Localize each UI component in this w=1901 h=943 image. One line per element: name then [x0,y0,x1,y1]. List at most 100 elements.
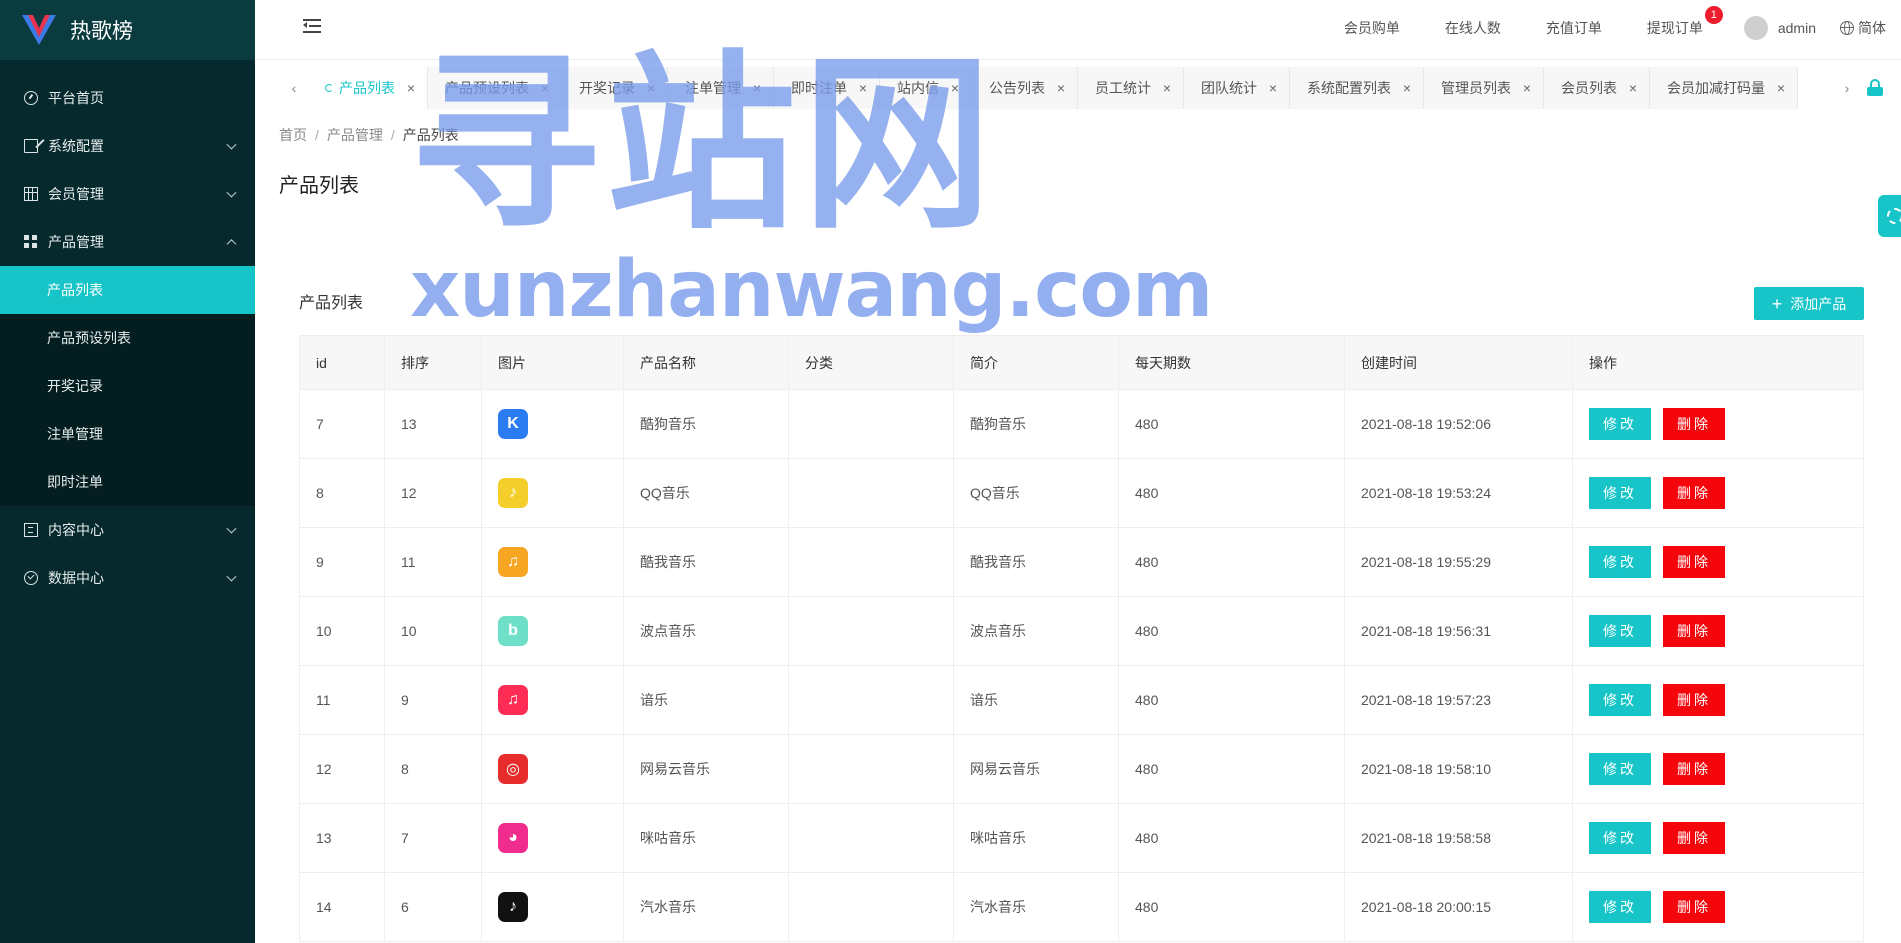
close-icon[interactable]: × [751,80,763,96]
sidebar-subitem-product-presets[interactable]: 产品预设列表 [0,314,255,362]
close-icon[interactable]: × [1267,80,1279,96]
edit-button[interactable]: 修改 [1589,684,1651,716]
breadcrumb-product-management[interactable]: 产品管理 [327,127,383,143]
app-logo-glyph: ♪ [509,898,517,915]
close-icon[interactable]: × [539,80,551,96]
delete-button[interactable]: 删除 [1663,408,1725,440]
tab-admin-list[interactable]: 管理员列表 × [1424,67,1544,109]
column-header-category: 分类 [788,335,954,390]
cell-name: 酷狗音乐 [623,389,789,459]
tab-staff-stats[interactable]: 员工统计 × [1078,67,1184,109]
edit-button[interactable]: 修改 [1589,477,1651,509]
delete-button[interactable]: 删除 [1663,477,1725,509]
close-icon[interactable]: × [1401,80,1413,96]
edit-button[interactable]: 修改 [1589,891,1651,923]
check-circle-icon [24,571,38,585]
language-switch[interactable]: 简体 [1840,18,1886,38]
cell-intro: 网易云音乐 [953,734,1119,804]
tab-site-messages[interactable]: 站内信 × [880,67,972,109]
cell-periods: 480 [1118,596,1345,666]
online-users-link[interactable]: 在线人数 [1445,18,1501,38]
tabs-next-icon[interactable]: › [1835,67,1859,109]
app-logo-glyph: ♪ [509,484,517,501]
cell-created: 2021-08-18 19:56:31 [1344,596,1573,666]
close-icon[interactable]: × [1055,80,1067,96]
sidebar-subitem-live-bets[interactable]: 即时注单 [0,458,255,506]
table-body: 7 13 K 酷狗音乐 酷狗音乐 480 2021-08-18 19:52:06 修改 删除 8 1… [299,389,1864,942]
tab-label: 即时注单 [791,80,847,96]
user-name: admin [1777,20,1816,36]
sidebar-item-label: 产品管理 [48,234,104,250]
close-icon[interactable]: × [405,80,417,96]
edit-button[interactable]: 修改 [1589,546,1651,578]
sidebar-item-dashboard[interactable]: 平台首页 [0,74,255,122]
edit-button[interactable]: 修改 [1589,753,1651,785]
edit-icon [24,139,38,153]
add-product-button[interactable]: + 添加产品 [1754,287,1864,320]
app-logo-icon: ♫ [498,685,528,715]
delete-button[interactable]: 删除 [1663,615,1725,647]
sidebar-item-members[interactable]: 会员管理 [0,170,255,218]
edit-button[interactable]: 修改 [1589,408,1651,440]
edit-button[interactable]: 修改 [1589,822,1651,854]
tab-member-wager-adjust[interactable]: 会员加减打码量 × [1650,67,1798,109]
withdraw-orders-link[interactable]: 提现订单 1 [1647,6,1723,38]
language-label: 简体 [1858,20,1886,36]
tab-bet-management[interactable]: 注单管理 × [668,67,774,109]
delete-button[interactable]: 删除 [1663,546,1725,578]
recharge-orders-link[interactable]: 充值订单 [1546,18,1602,38]
close-icon[interactable]: × [1161,80,1173,96]
sidebar-item-data-center[interactable]: 数据中心 [0,554,255,602]
tab-member-list[interactable]: 会员列表 × [1544,67,1650,109]
close-icon[interactable]: × [949,80,961,96]
chevron-up-icon [226,239,237,250]
app-logo-glyph: ♫ [507,691,519,708]
delete-button[interactable]: 删除 [1663,822,1725,854]
delete-button[interactable]: 删除 [1663,891,1725,923]
user-menu[interactable]: admin [1743,16,1816,40]
cell-image: ♫ [481,665,624,735]
sidebar-subitem-product-list[interactable]: 产品列表 [0,266,255,314]
app-logo-glyph: ♫ [507,553,519,570]
loading-icon [325,84,333,92]
sidebar-item-products[interactable]: 产品管理 [0,218,255,266]
tab-product-presets[interactable]: 产品预设列表 × [428,67,562,109]
sidebar-item-content-center[interactable]: 内容中心 [0,506,255,554]
sidebar-subitem-draw-records[interactable]: 开奖记录 [0,362,255,410]
close-icon[interactable]: × [857,80,869,96]
tab-label: 注单管理 [685,80,741,96]
cell-intro: 谙乐 [953,665,1119,735]
tabs-prev-icon[interactable]: ‹ [282,67,306,109]
brand-logo-icon [22,15,56,45]
tab-announcements[interactable]: 公告列表 × [972,67,1078,109]
tab-system-config-list[interactable]: 系统配置列表 × [1290,67,1424,109]
close-icon[interactable]: × [645,80,657,96]
close-icon[interactable]: × [1521,80,1533,96]
close-icon[interactable]: × [1627,80,1639,96]
edit-button[interactable]: 修改 [1589,615,1651,647]
cell-actions: 修改 删除 [1572,527,1864,597]
lock-icon[interactable] [1867,79,1883,96]
cell-id: 14 [299,872,385,942]
tab-team-stats[interactable]: 团队统计 × [1184,67,1290,109]
tab-live-bets[interactable]: 即时注单 × [774,67,880,109]
collapse-menu-icon[interactable] [303,19,321,35]
delete-button[interactable]: 删除 [1663,753,1725,785]
tab-draw-records[interactable]: 开奖记录 × [562,67,668,109]
member-orders-link[interactable]: 会员购单 [1344,18,1400,38]
settings-panel-toggle[interactable] [1878,195,1901,237]
close-icon[interactable]: × [1775,80,1787,96]
cell-periods: 480 [1118,872,1345,942]
sidebar-subitem-bet-management[interactable]: 注单管理 [0,410,255,458]
tab-product-list[interactable]: 产品列表 × [308,67,428,109]
delete-button[interactable]: 删除 [1663,684,1725,716]
breadcrumb-home[interactable]: 首页 [279,127,307,143]
tab-label: 系统配置列表 [1307,80,1391,96]
cell-sort: 11 [384,527,482,597]
chevron-down-icon [226,139,237,150]
chevron-down-icon [226,571,237,582]
brand[interactable]: 热歌榜 [0,0,255,60]
document-icon [24,523,38,537]
dashboard-icon [24,91,38,105]
sidebar-item-system-config[interactable]: 系统配置 [0,122,255,170]
